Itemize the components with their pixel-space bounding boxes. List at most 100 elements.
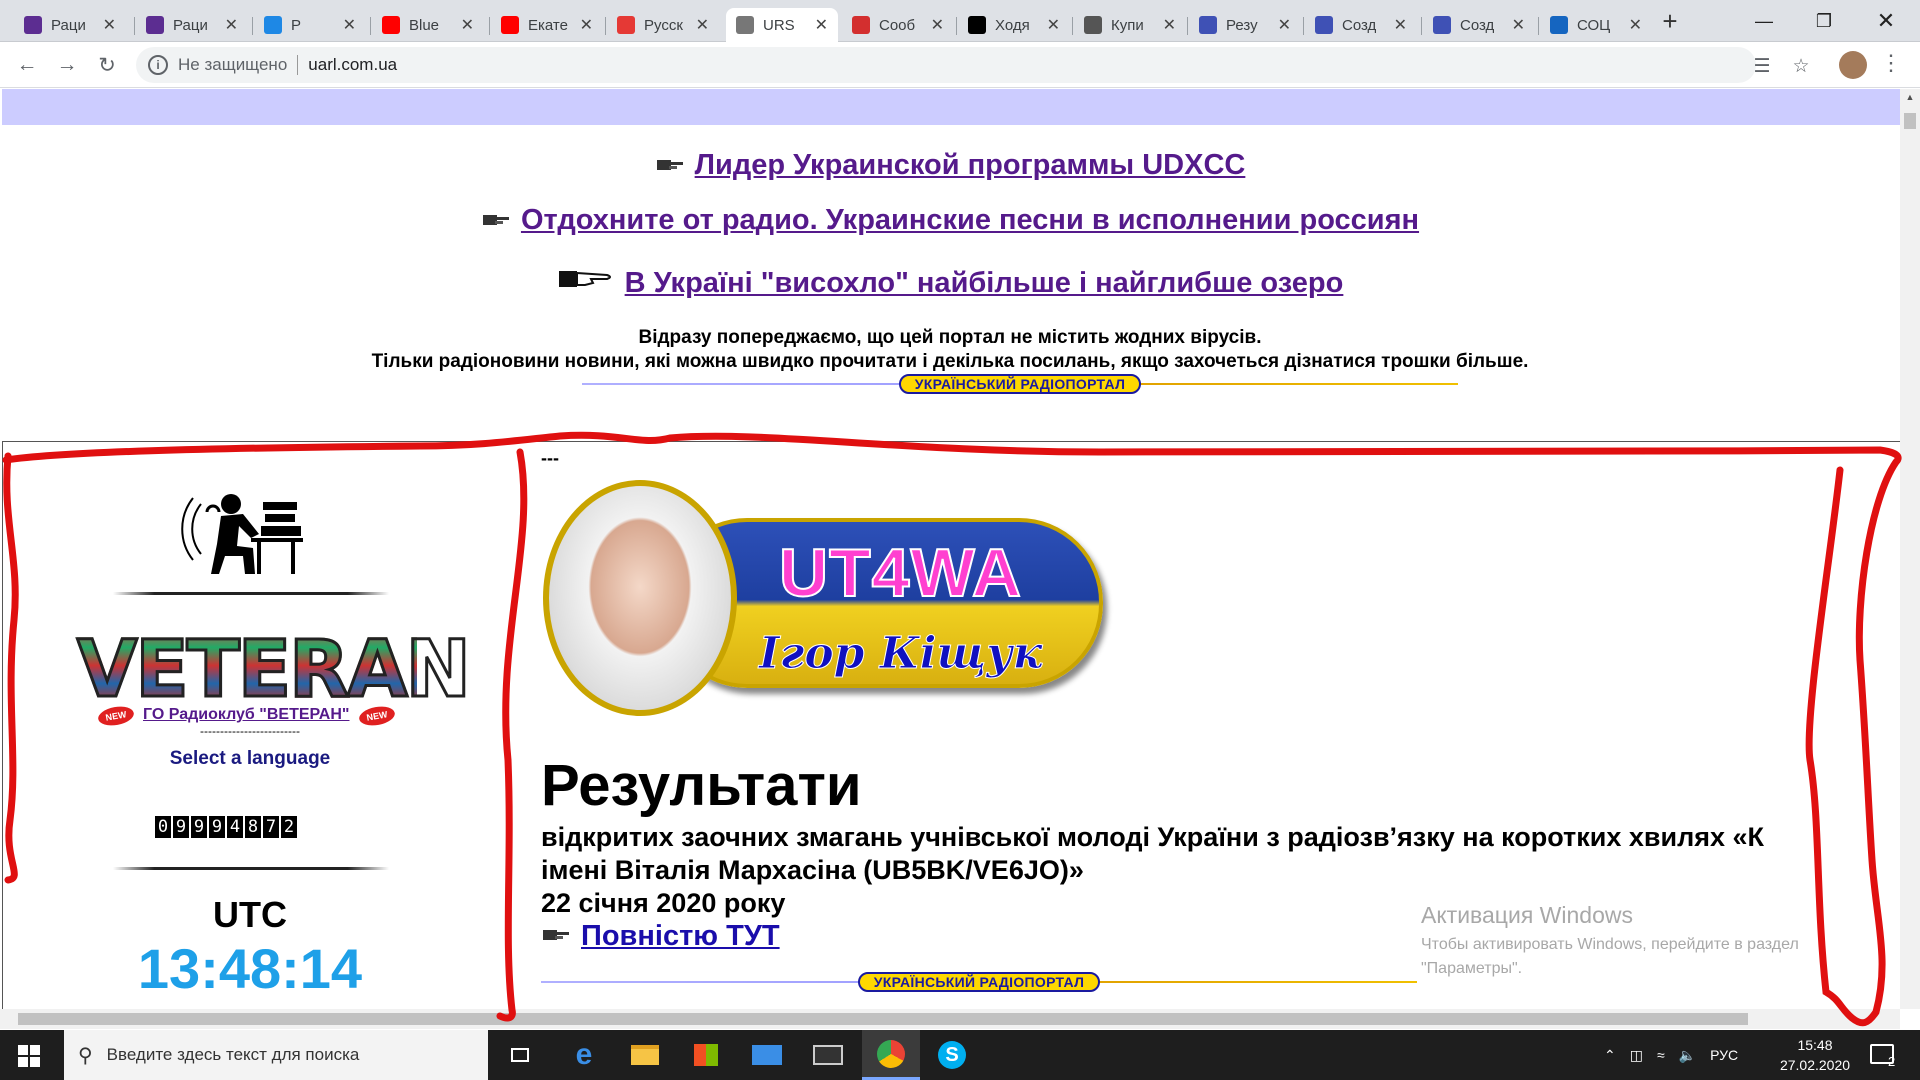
bookmark-star-icon[interactable]: ☆: [1790, 55, 1812, 77]
tab-3[interactable]: Р ✕: [254, 8, 366, 42]
notice-line-2: Тільки радіоновини новини, які можна шви…: [371, 351, 1529, 372]
tab-separator: [1303, 17, 1304, 35]
tab-close-icon[interactable]: ✕: [580, 15, 593, 35]
search-icon: ⚲: [78, 1044, 93, 1067]
operator-photo: [543, 480, 737, 716]
header-band: [2, 89, 1900, 125]
network-icon[interactable]: ◫: [1630, 1047, 1643, 1064]
tab-favicon-icon: [382, 16, 400, 34]
windows-start-icon[interactable]: [18, 1045, 40, 1067]
tab-favicon-icon: [1315, 16, 1333, 34]
mail-icon[interactable]: [738, 1030, 796, 1080]
page-viewport: Лидер Украинской программы UDXCC Отдохни…: [0, 89, 1900, 1009]
portal-banner-bottom: УКРАЇНСЬКИЙ РАДІОПОРТАЛ: [541, 971, 1417, 993]
tab-close-icon[interactable]: ✕: [1512, 15, 1525, 35]
more-link[interactable]: Повністю ТУТ: [581, 920, 780, 953]
tab-title: Резу: [1226, 16, 1258, 34]
tab-close-icon[interactable]: ✕: [931, 15, 944, 35]
tab-close-icon[interactable]: ✕: [103, 15, 116, 35]
tab-favicon-icon: [264, 16, 282, 34]
store-icon[interactable]: [677, 1030, 735, 1080]
tab-1[interactable]: Раци ✕: [14, 8, 126, 42]
clock-time: 15:48: [1797, 1037, 1833, 1053]
forward-icon[interactable]: →: [52, 50, 82, 80]
file-explorer-icon[interactable]: [616, 1030, 674, 1080]
tab-close-icon[interactable]: ✕: [1629, 15, 1642, 35]
promo-link-songs[interactable]: Отдохните от радио. Украинские песни в и…: [521, 204, 1419, 237]
tab-favicon-icon: [24, 16, 42, 34]
info-icon[interactable]: i: [148, 55, 168, 75]
url-text[interactable]: uarl.com.ua: [308, 55, 397, 75]
chevron-up-icon[interactable]: ⌃: [1604, 1047, 1616, 1064]
tab-title: СОЦ: [1577, 16, 1611, 34]
language-indicator[interactable]: РУС: [1710, 1047, 1738, 1063]
tab-9[interactable]: Ходя ✕: [958, 8, 1070, 42]
counter-digit: 9: [209, 816, 225, 838]
tab-5[interactable]: Екате ✕: [491, 8, 603, 42]
counter-digit: 7: [263, 816, 279, 838]
vertical-scrollbar[interactable]: ▲: [1900, 89, 1920, 1009]
tab-close-icon[interactable]: ✕: [461, 15, 474, 35]
tab-2[interactable]: Раци ✕: [136, 8, 248, 42]
scroll-up-icon[interactable]: ▲: [1900, 89, 1920, 106]
skype-icon[interactable]: S: [923, 1030, 981, 1080]
select-language-label[interactable]: Select a language: [3, 748, 497, 770]
volume-icon[interactable]: 🔈: [1679, 1047, 1696, 1064]
minimize-button[interactable]: —: [1734, 0, 1794, 42]
tab-title: Сооб: [879, 16, 916, 34]
tab-title: Русск: [644, 16, 683, 34]
close-window-button[interactable]: ✕: [1856, 0, 1916, 42]
divider: [297, 55, 299, 75]
tab-favicon-icon: [1199, 16, 1217, 34]
tab-close-icon[interactable]: ✕: [1047, 15, 1060, 35]
taskbar-search[interactable]: ⚲ Введите здесь текст для поиска: [64, 1030, 488, 1080]
tab-close-icon[interactable]: ✕: [815, 15, 828, 35]
tab-close-icon[interactable]: ✕: [1163, 15, 1176, 35]
radio-operator-icon: [181, 494, 303, 574]
tab-13[interactable]: Созд ✕: [1423, 8, 1535, 42]
club-link[interactable]: ГО Радиоклуб "ВЕТЕРАН": [143, 706, 349, 724]
tab-close-icon[interactable]: ✕: [343, 15, 356, 35]
tab-title: Купи: [1111, 16, 1144, 34]
wifi-icon[interactable]: ≈: [1657, 1047, 1665, 1063]
tab-8[interactable]: Сооб ✕: [842, 8, 954, 42]
translate-icon[interactable]: ☰: [1751, 55, 1773, 77]
tab-favicon-icon: [968, 16, 986, 34]
edge-icon[interactable]: e: [555, 1030, 613, 1080]
new-tab-button[interactable]: +: [1656, 8, 1684, 36]
tab-14[interactable]: СОЦ ✕: [1540, 8, 1652, 42]
scroll-thumb[interactable]: [18, 1013, 1748, 1025]
clock[interactable]: 15:48 27.02.2020: [1760, 1035, 1870, 1075]
tab-favicon-icon: [501, 16, 519, 34]
profile-avatar[interactable]: [1839, 51, 1867, 79]
maximize-button[interactable]: ❐: [1794, 0, 1854, 42]
tab-4[interactable]: Blue ✕: [372, 8, 484, 42]
pointing-hand-icon: [557, 266, 615, 300]
promo-link-udxcc[interactable]: Лидер Украинской программы UDXCC: [695, 149, 1246, 182]
chrome-icon[interactable]: [862, 1030, 920, 1080]
tab-favicon-icon: [852, 16, 870, 34]
tab-close-icon[interactable]: ✕: [1394, 15, 1407, 35]
tab-favicon-icon: [617, 16, 635, 34]
address-bar[interactable]: i Не защищено uarl.com.ua: [136, 47, 1756, 83]
task-view-icon[interactable]: [491, 1030, 549, 1080]
app-icon[interactable]: [799, 1030, 857, 1080]
tab-7[interactable]: URS ✕: [726, 8, 838, 42]
tab-10[interactable]: Купи ✕: [1074, 8, 1186, 42]
tab-close-icon[interactable]: ✕: [696, 15, 709, 35]
back-icon[interactable]: ←: [12, 50, 42, 80]
tab-close-icon[interactable]: ✕: [1278, 15, 1291, 35]
reload-icon[interactable]: ↻: [92, 50, 122, 80]
horizontal-scrollbar[interactable]: [0, 1009, 1900, 1029]
tab-12[interactable]: Созд ✕: [1305, 8, 1417, 42]
tab-close-icon[interactable]: ✕: [225, 15, 238, 35]
pointing-hand-icon: [481, 204, 511, 237]
menu-icon[interactable]: ⋮: [1880, 52, 1902, 74]
promo-link-lake[interactable]: В Україні "висохло" найбільше і найглибш…: [625, 267, 1344, 300]
tab-separator: [134, 17, 135, 35]
tab-6[interactable]: Русск ✕: [607, 8, 719, 42]
scroll-thumb[interactable]: [1904, 113, 1916, 129]
tab-separator: [489, 17, 490, 35]
portal-banner-label: УКРАЇНСЬКИЙ РАДІОПОРТАЛ: [898, 374, 1142, 394]
tab-11[interactable]: Резу ✕: [1189, 8, 1301, 42]
